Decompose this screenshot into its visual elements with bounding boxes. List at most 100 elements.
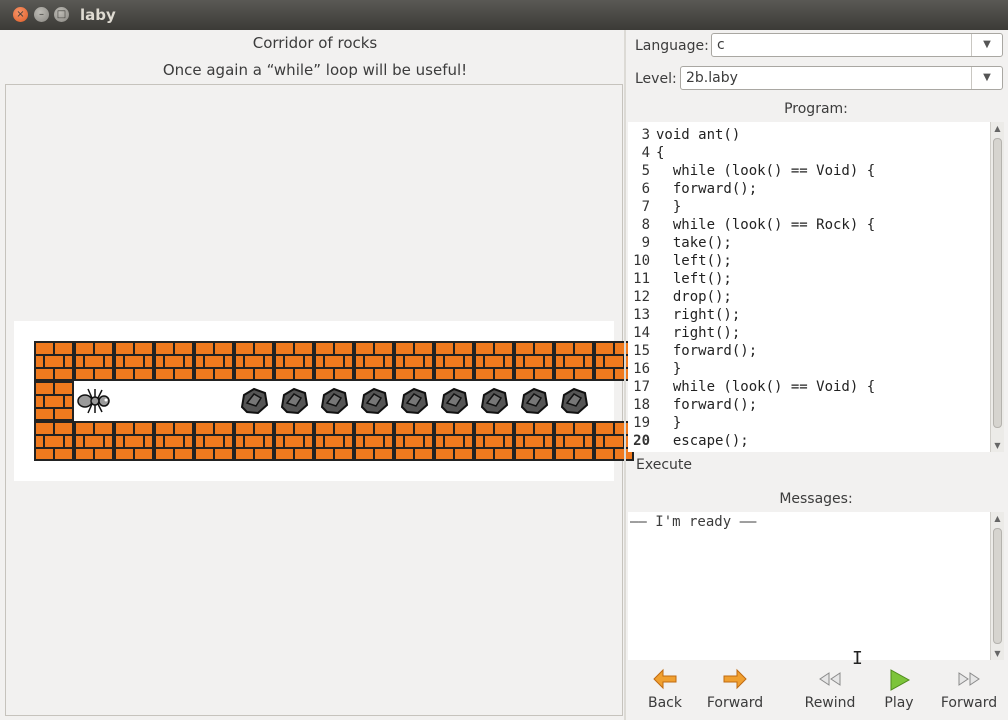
brick-wall-tile: [34, 421, 74, 461]
brick-wall-tile: [234, 421, 274, 461]
brick-wall-tile: [274, 341, 314, 381]
rewind-button[interactable]: Rewind: [800, 668, 860, 716]
step-forward-label: Forward: [940, 695, 998, 711]
code-line: left();: [656, 271, 732, 287]
back-label: Back: [648, 695, 682, 711]
maximize-window-button[interactable]: □: [54, 7, 69, 22]
code-line: while (look() == Void) {: [656, 163, 876, 179]
program-scrollbar[interactable]: ▲ ▼: [990, 122, 1004, 452]
language-value: c: [717, 37, 725, 53]
code-line: take();: [656, 235, 732, 251]
execute-button[interactable]: Execute: [636, 457, 692, 473]
code-line: left();: [656, 253, 732, 269]
code-line: {: [656, 145, 665, 161]
program-scroll-thumb[interactable]: [993, 138, 1002, 428]
brick-wall-tile: [554, 421, 594, 461]
close-window-button[interactable]: ×: [13, 7, 28, 22]
brick-wall-tile: [354, 341, 394, 381]
ant-icon: [74, 381, 114, 421]
brick-wall-tile: [514, 341, 554, 381]
brick-wall-tile: [154, 341, 194, 381]
line-number-gutter: 3 4 5 6 7 8 9 10 11 12 13 14 15 16 17 18 19 20: [628, 126, 650, 450]
window-title: laby: [80, 6, 116, 24]
scroll-up-icon[interactable]: ▲: [991, 124, 1004, 133]
message-text: —— I'm ready ——: [630, 514, 757, 530]
forward-button[interactable]: Forward: [700, 668, 770, 716]
code-line: forward();: [656, 397, 758, 413]
minimize-window-button[interactable]: –: [34, 7, 49, 22]
line-number: 9: [641, 235, 650, 251]
rock-tile: [474, 381, 514, 421]
chevron-down-icon[interactable]: ▼: [971, 34, 1002, 56]
line-number: 16: [633, 361, 650, 377]
level-label: Level:: [635, 71, 677, 87]
text-cursor-icon: I: [852, 648, 863, 669]
scroll-up-icon[interactable]: ▲: [991, 514, 1004, 523]
brick-wall-tile: [274, 421, 314, 461]
brick-wall-tile: [114, 341, 154, 381]
brick-wall-tile: [74, 341, 114, 381]
brick-wall-tile: [34, 381, 74, 421]
code-line: while (look() == Void) {: [656, 379, 876, 395]
language-select[interactable]: c ▼: [711, 33, 1003, 57]
rewind-icon: [800, 668, 860, 694]
program-editor[interactable]: 3 4 5 6 7 8 9 10 11 12 13 14 15 16 17 18 19 20 void ant()…: [628, 122, 992, 452]
scroll-down-icon[interactable]: ▼: [991, 649, 1004, 658]
chevron-down-icon[interactable]: ▼: [971, 67, 1002, 89]
level-select[interactable]: 2b.laby ▼: [680, 66, 1003, 90]
line-number: 19: [633, 415, 650, 431]
line-number: 11: [633, 271, 650, 287]
line-number: 8: [641, 217, 650, 233]
back-button[interactable]: Back: [640, 668, 690, 716]
code-text-area[interactable]: void ant() { while (look() == Void) { for…: [656, 126, 992, 450]
arrow-left-icon: [640, 668, 690, 694]
brick-wall-tile: [554, 341, 594, 381]
line-number: 17: [633, 379, 650, 395]
messages-title: Messages:: [779, 491, 853, 507]
line-number: 6: [641, 181, 650, 197]
code-line: }: [656, 361, 682, 377]
fast-forward-icon: [936, 668, 1002, 694]
code-line: escape();: [656, 433, 749, 449]
code-line: right();: [656, 307, 741, 323]
arrow-right-icon: [700, 668, 770, 694]
pane-splitter[interactable]: [624, 30, 626, 720]
code-line: forward();: [656, 181, 758, 197]
rewind-label: Rewind: [804, 695, 856, 711]
play-button[interactable]: Play: [874, 668, 924, 716]
line-number: 7: [641, 199, 650, 215]
language-label: Language:: [635, 38, 709, 54]
brick-wall-tile: [434, 341, 474, 381]
brick-wall-tile: [74, 421, 114, 461]
rock-tile: [394, 381, 434, 421]
messages-scroll-thumb[interactable]: [993, 528, 1002, 644]
brick-wall-tile: [474, 341, 514, 381]
brick-wall-tile: [194, 421, 234, 461]
step-forward-button[interactable]: Forward: [936, 668, 1002, 716]
brick-wall-tile: [514, 421, 554, 461]
code-line: void ant(): [656, 127, 741, 143]
brick-wall-tile: [234, 341, 274, 381]
rock-tile: [314, 381, 354, 421]
play-icon: [874, 668, 924, 694]
rock-tile: [354, 381, 394, 421]
level-title: Corridor of rocks: [252, 34, 378, 52]
line-number: 20: [633, 433, 650, 449]
rock-tile: [554, 381, 594, 421]
brick-wall-tile: [394, 421, 434, 461]
line-number: 4: [641, 145, 650, 161]
rock-tile: [274, 381, 314, 421]
code-line: while (look() == Rock) {: [656, 217, 876, 233]
rock-tile: [434, 381, 474, 421]
brick-wall-tile: [114, 421, 154, 461]
rock-tile: [234, 381, 274, 421]
brick-wall-tile: [194, 341, 234, 381]
scroll-down-icon[interactable]: ▼: [991, 441, 1004, 450]
line-number: 18: [633, 397, 650, 413]
messages-scrollbar[interactable]: ▲ ▼: [990, 512, 1004, 660]
brick-wall-tile: [314, 341, 354, 381]
messages-panel: —— I'm ready ——: [628, 512, 990, 660]
level-value: 2b.laby: [686, 70, 738, 86]
code-line: }: [656, 415, 682, 431]
brick-wall-tile: [434, 421, 474, 461]
